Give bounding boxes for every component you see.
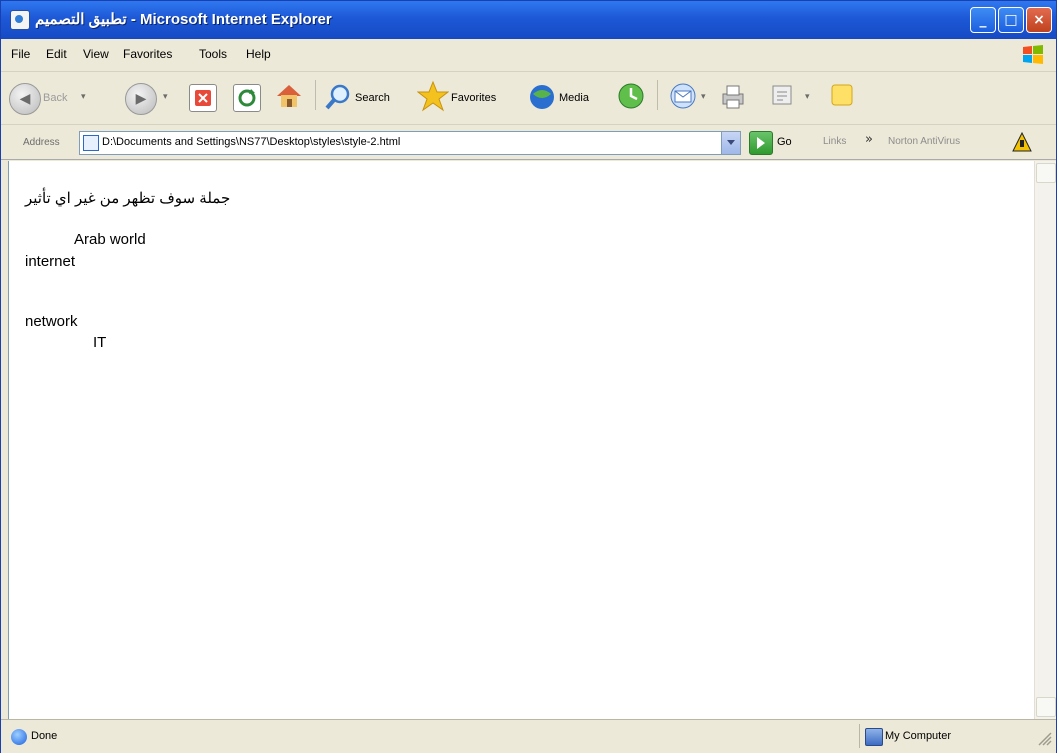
menu-file[interactable]: File: [11, 47, 30, 61]
standard-toolbar: ◀ Back ▾ ▶ ▾ Search Favorites Media ▾ ▾: [1, 72, 1056, 125]
close-icon: ×: [1033, 12, 1045, 28]
home-icon: [277, 85, 301, 107]
links-chevron-icon[interactable]: »: [865, 132, 873, 147]
status-divider: [859, 724, 860, 748]
toolbar-separator-2: [657, 80, 658, 110]
page-content: جملة سوف تظهر من غير اي تأثير Arab world…: [8, 161, 1034, 719]
media-button[interactable]: Media: [527, 80, 607, 116]
text-it: IT: [93, 334, 107, 351]
status-text: Done: [31, 730, 58, 742]
toolbar-separator: [315, 80, 316, 110]
mail-button[interactable]: ▾: [667, 80, 713, 116]
favorites-star-icon: [417, 80, 449, 112]
scroll-up-icon[interactable]: [1036, 163, 1056, 183]
menu-bar: File Edit View Favorites Tools Help: [1, 39, 1056, 72]
messenger-button[interactable]: [827, 80, 859, 116]
menu-tools[interactable]: Tools: [199, 47, 227, 61]
menu-help[interactable]: Help: [246, 47, 271, 61]
print-icon: [722, 85, 744, 109]
text-arab-world: Arab world: [74, 231, 146, 248]
mail-icon: [670, 83, 696, 109]
back-button[interactable]: ◀ Back ▾: [9, 80, 99, 116]
search-label: Search: [355, 92, 390, 104]
text-network: network: [25, 313, 78, 330]
menu-view[interactable]: View: [83, 47, 109, 61]
back-label: Back: [43, 92, 68, 104]
maximize-button[interactable]: □: [998, 7, 1024, 33]
menu-favorites[interactable]: Favorites: [123, 47, 172, 61]
edit-dropdown-icon[interactable]: ▾: [805, 92, 810, 102]
messenger-icon: [831, 84, 853, 106]
vertical-scrollbar[interactable]: [1034, 161, 1056, 719]
address-value[interactable]: D:\Documents and Settings\NS77\Desktop\s…: [102, 136, 400, 148]
forward-dropdown-icon[interactable]: ▾: [163, 92, 168, 102]
browser-window: تطبيق التصميم - Microsoft Internet Explo…: [0, 0, 1057, 753]
history-button[interactable]: [615, 80, 647, 116]
window-title-separator: -: [126, 11, 141, 28]
my-computer-icon: [865, 728, 883, 746]
page-icon: [83, 135, 99, 151]
security-zone-text: My Computer: [885, 730, 952, 742]
go-button[interactable]: Go: [777, 136, 792, 148]
address-bar: Address D:\Documents and Settings\NS77\D…: [1, 125, 1056, 160]
norton-antivirus-icon[interactable]: [1011, 131, 1033, 153]
search-icon: [325, 84, 350, 110]
edit-icon: [772, 85, 792, 105]
windows-logo-icon: [1023, 45, 1043, 64]
refresh-icon: [238, 89, 256, 107]
edit-button[interactable]: ▾: [767, 80, 815, 116]
arabic-sentence: جملة سوف تظهر من غير اي تأثير: [25, 190, 231, 207]
address-dropdown-icon[interactable]: [721, 132, 740, 154]
resize-grip-icon[interactable]: [1038, 732, 1052, 746]
favorites-label: Favorites: [451, 92, 497, 104]
close-button[interactable]: ×: [1026, 7, 1052, 33]
ie-page-icon: [10, 10, 30, 30]
scroll-down-icon[interactable]: [1036, 697, 1056, 717]
back-dropdown-icon[interactable]: ▾: [81, 92, 86, 102]
address-label: Address: [23, 137, 60, 148]
forward-icon: ▶: [125, 83, 157, 115]
stop-button[interactable]: [189, 84, 217, 112]
text-internet: internet: [25, 253, 76, 270]
back-icon: ◀: [9, 83, 41, 115]
window-title-page: تطبيق التصميم: [35, 11, 127, 28]
minimize-icon: _: [979, 12, 987, 28]
media-label: Media: [559, 92, 589, 104]
status-bar: Done My Computer: [1, 719, 1056, 753]
mail-dropdown-icon[interactable]: ▾: [701, 92, 706, 102]
maximize-icon: □: [1004, 12, 1018, 28]
media-icon: [530, 85, 554, 109]
norton-antivirus-label[interactable]: Norton AntiVirus: [888, 136, 960, 147]
links-button[interactable]: Links: [823, 136, 846, 147]
menu-edit[interactable]: Edit: [46, 47, 67, 61]
forward-button[interactable]: ▶ ▾: [125, 80, 175, 116]
title-bar[interactable]: تطبيق التصميم - Microsoft Internet Explo…: [1, 1, 1056, 39]
print-button[interactable]: [717, 80, 749, 116]
stop-icon: [195, 90, 211, 106]
history-icon: [618, 83, 644, 109]
home-button[interactable]: [273, 80, 305, 116]
address-input[interactable]: D:\Documents and Settings\NS77\Desktop\s…: [79, 131, 741, 155]
refresh-button[interactable]: [233, 84, 261, 112]
go-arrow-icon[interactable]: [749, 131, 773, 155]
favorites-button[interactable]: Favorites: [417, 80, 517, 116]
search-button[interactable]: Search: [323, 80, 413, 116]
window-title-app: Microsoft Internet Explorer: [140, 11, 332, 28]
minimize-button[interactable]: _: [970, 7, 996, 33]
done-globe-icon: [11, 729, 27, 745]
window-title: تطبيق التصميم - Microsoft Internet Explo…: [35, 10, 332, 28]
